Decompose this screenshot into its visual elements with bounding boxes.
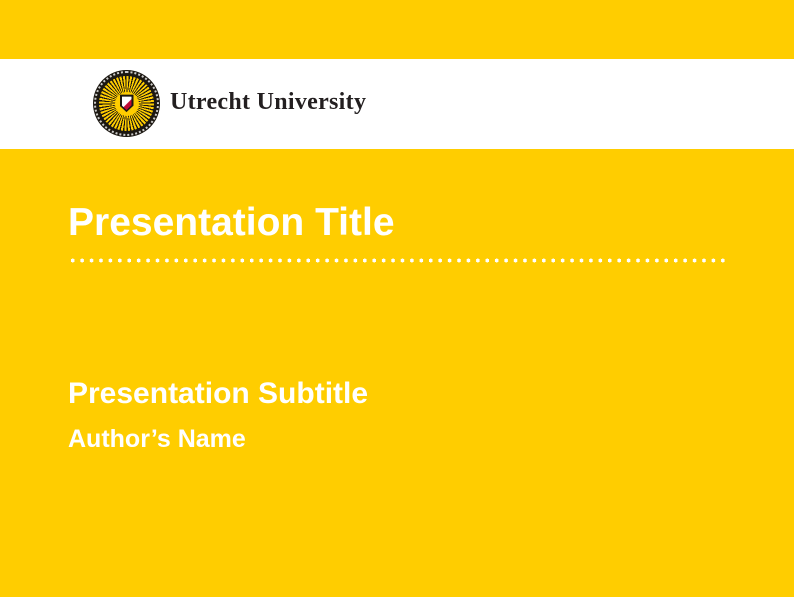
logo-shield-icon <box>120 94 134 112</box>
author-name: Author’s Name <box>68 427 246 452</box>
dotted-divider <box>68 258 727 263</box>
top-accent-bar <box>0 0 794 59</box>
utrecht-university-logo-icon <box>93 70 160 137</box>
logo-shield-fill <box>122 96 132 110</box>
logo-band: Utrecht University <box>0 59 794 149</box>
logo-center-disc <box>115 92 139 116</box>
university-wordmark: Utrecht University <box>170 90 366 114</box>
presentation-subtitle: Presentation Subtitle <box>68 379 368 409</box>
presentation-title: Presentation Title <box>68 203 395 242</box>
title-slide: Utrecht University Presentation Title Pr… <box>0 0 794 597</box>
